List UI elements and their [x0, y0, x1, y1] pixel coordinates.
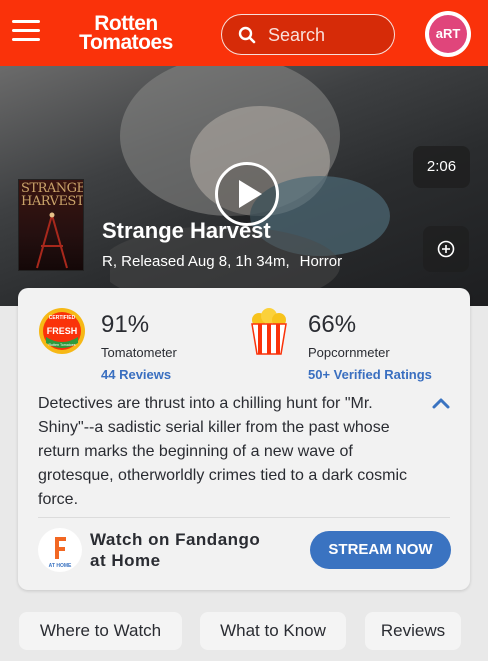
- search-icon: [238, 26, 256, 44]
- fandango-line-2: at Home: [90, 551, 161, 570]
- tab-where-to-watch[interactable]: Where to Watch: [19, 612, 182, 650]
- popcornmeter-label: Popcornmeter: [308, 345, 390, 360]
- video-duration: 2:06: [413, 146, 470, 188]
- search-input[interactable]: [268, 23, 388, 47]
- card-divider: [38, 517, 450, 518]
- fandango-logo: AT HOME: [49, 537, 72, 569]
- menu-icon[interactable]: [12, 20, 40, 44]
- movie-poster[interactable]: STRANGE HARVEST: [18, 179, 84, 271]
- tomatometer-score: 91%: [101, 311, 150, 338]
- movie-title: Strange Harvest: [102, 218, 271, 243]
- fandango-promo: Watch on Fandango at Home: [90, 529, 260, 571]
- avatar-label: aRT: [429, 15, 467, 53]
- tomatometer-label: Tomatometer: [101, 345, 177, 360]
- badge-fresh-text: FRESH: [47, 326, 78, 336]
- badge-certified-text: CERTIFIED: [49, 315, 76, 321]
- top-header: Rotten Tomatoes aRT: [0, 0, 488, 66]
- plus-circle-icon: [437, 240, 455, 258]
- popcorn-icon: [251, 308, 287, 355]
- stream-now-button[interactable]: STREAM NOW: [310, 531, 451, 569]
- play-icon: [239, 180, 262, 208]
- movie-synopsis: Detectives are thrust into a chilling hu…: [38, 395, 408, 508]
- tab-reviews[interactable]: Reviews: [365, 612, 461, 650]
- avatar[interactable]: aRT: [425, 11, 471, 57]
- logo-line-2: Tomatoes: [79, 31, 173, 54]
- verified-ratings-link[interactable]: 50+ Verified Ratings: [308, 367, 432, 382]
- rotten-tomatoes-logo[interactable]: Rotten Tomatoes: [62, 13, 190, 54]
- reviews-link[interactable]: 44 Reviews: [101, 367, 171, 382]
- search-bar[interactable]: [221, 14, 395, 55]
- tab-what-to-know[interactable]: What to Know: [200, 612, 346, 650]
- fandango-at-home-icon: AT HOME: [38, 528, 82, 572]
- poster-art: [36, 212, 68, 269]
- popcornmeter-score: 66%: [308, 311, 357, 338]
- movie-meta: R, Released Aug 8, 1h 34m, Horror: [102, 253, 342, 270]
- badge-brand-text: Rotten Tomatoes: [48, 343, 75, 347]
- fandango-icon-caption: AT HOME: [49, 563, 72, 569]
- chevron-up-icon[interactable]: [431, 396, 451, 410]
- movie-genre: Horror: [299, 253, 343, 270]
- movie-info-card: FRESH CERTIFIED Rotten Tomatoes 91% Toma…: [18, 288, 470, 590]
- certified-fresh-icon: FRESH CERTIFIED Rotten Tomatoes: [39, 308, 85, 354]
- movie-details: R, Released Aug 8, 1h 34m,: [102, 253, 290, 270]
- add-to-watchlist-button[interactable]: [423, 226, 469, 272]
- play-trailer-button[interactable]: [215, 162, 279, 226]
- fandango-line-1: Watch on Fandango: [90, 530, 261, 549]
